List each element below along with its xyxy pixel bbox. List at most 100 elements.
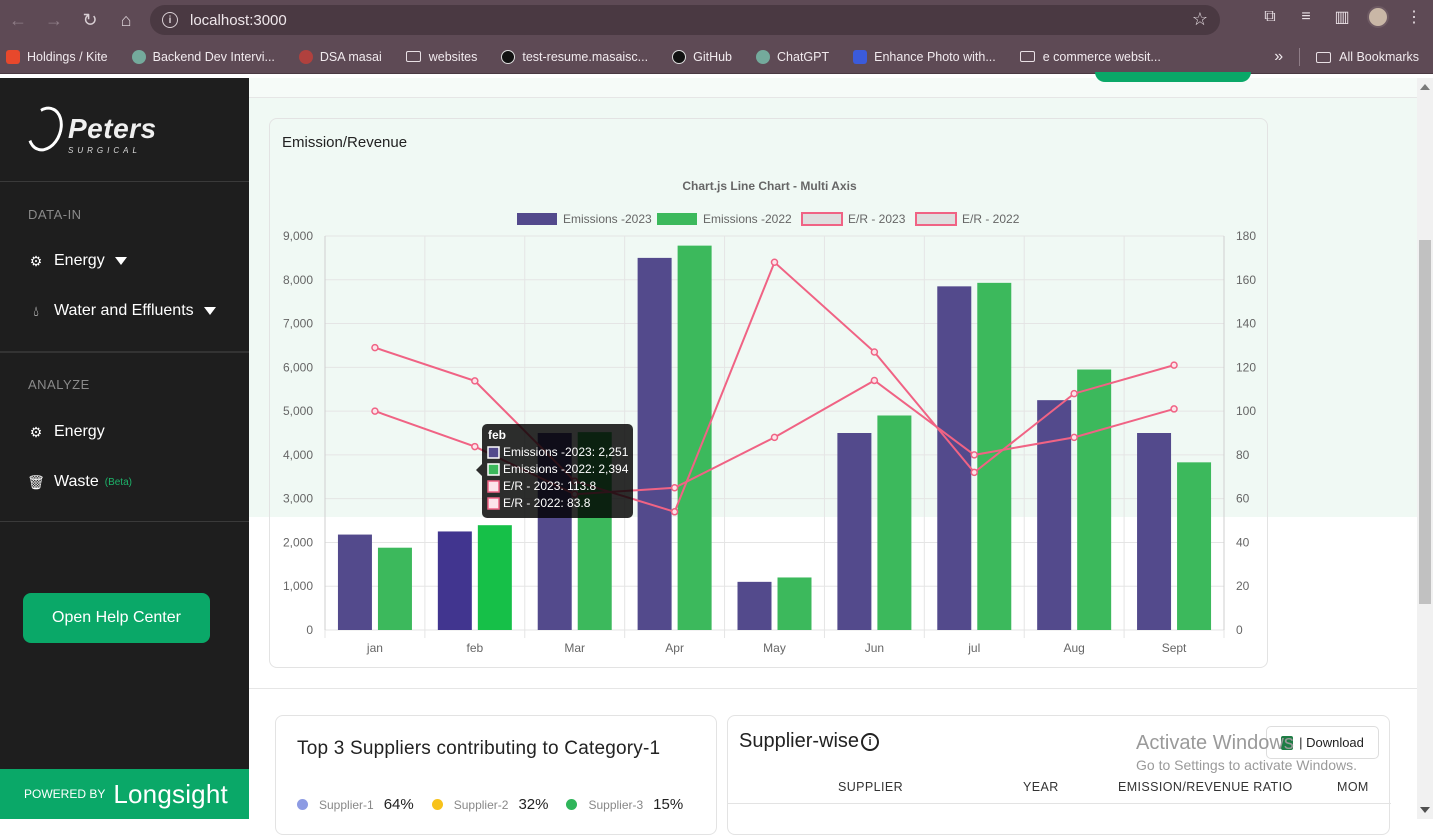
sidebar-item-label: Water and Effluents: [54, 302, 194, 319]
tooltip-caret: [476, 464, 482, 476]
caret-down-icon: [203, 307, 216, 315]
address-bar[interactable]: i localhost:3000 ☆: [150, 5, 1220, 35]
sidepanel-icon[interactable]: ▥: [1331, 6, 1353, 28]
bar-emissions-2023: [1037, 400, 1072, 630]
y-left-tick: 7,000: [283, 317, 313, 331]
y-right-tick: 160: [1236, 273, 1256, 287]
sidebar-item-label: Energy: [54, 252, 105, 269]
sidebar-item-water[interactable]: 💧︎ Water and Effluents: [28, 302, 216, 320]
watermark-line1: Activate Windows: [1136, 732, 1294, 754]
bookmark-label: websites: [428, 49, 478, 64]
sidebar-item-energy-analyze[interactable]: ⚙ Energy: [28, 423, 105, 441]
page-scrollbar[interactable]: [1417, 78, 1433, 819]
sidebar-item-waste[interactable]: 🗑︎ Waste (Beta): [27, 473, 132, 491]
supplier-wise-title: Supplier-wise: [739, 730, 860, 752]
x-tick-label: Apr: [665, 641, 684, 655]
bookmark-label: DSA masai: [319, 49, 382, 64]
column-header-mom[interactable]: MOM: [1337, 780, 1369, 794]
legend-label: E/R - 2022: [962, 212, 1020, 226]
y-right-tick: 60: [1236, 492, 1250, 506]
github-icon: [672, 49, 687, 64]
legend-item[interactable]: Supplier-3 15%: [566, 796, 683, 813]
x-tick-label: Aug: [1063, 641, 1084, 655]
bookmark-item[interactable]: ChatGPT: [756, 49, 830, 64]
bookmark-folder[interactable]: websites: [405, 49, 478, 64]
bookmark-item[interactable]: DSA masai: [298, 49, 382, 64]
line-point: [1170, 361, 1178, 369]
line-point: [970, 468, 979, 477]
back-icon[interactable]: ←: [0, 2, 36, 38]
media-icon[interactable]: ≡: [1295, 6, 1317, 28]
chatgpt-icon: [131, 49, 146, 64]
bookmark-item[interactable]: Holdings / Kite: [6, 49, 108, 64]
line-point: [1170, 405, 1178, 413]
emission-revenue-card: Emission/Revenue Chart.js Line Chart - M…: [269, 118, 1268, 668]
reload-icon[interactable]: ↻: [72, 2, 108, 38]
emission-revenue-chart[interactable]: 0 1,000 2,000 3,000 4,000 5,000 6,000 7,000 8,00…: [270, 119, 1269, 669]
enhance-icon: [853, 49, 868, 64]
y-right-tick: 120: [1236, 360, 1256, 374]
open-help-center-button[interactable]: Open Help Center: [23, 593, 210, 643]
column-header-supplier[interactable]: SUPPLIER: [838, 780, 903, 794]
legend-item[interactable]: Supplier-1 64%: [297, 796, 414, 813]
sidebar-item-energy-datain[interactable]: ⚙ Energy: [28, 252, 127, 270]
column-header-year[interactable]: YEAR: [1023, 780, 1059, 794]
chatgpt-icon: [756, 49, 771, 64]
scroll-up-icon[interactable]: [1420, 84, 1430, 90]
info-icon[interactable]: i: [861, 732, 880, 751]
profile-avatar[interactable]: [1367, 6, 1389, 28]
menu-icon[interactable]: ⋮: [1403, 6, 1425, 28]
legend-label: Emissions -2023: [563, 212, 652, 226]
tooltip-line: E/R - 2023: 113.8: [503, 479, 596, 493]
bookmark-item[interactable]: test-resume.masaisc...: [501, 49, 648, 64]
divider: [1299, 48, 1301, 66]
legend-swatch: [915, 212, 957, 226]
extensions-icon[interactable]: ⧉: [1259, 6, 1281, 28]
bar-emissions-2022: [1177, 462, 1212, 630]
tooltip-line: Emissions -2022: 2,394: [503, 462, 629, 476]
y-left-tick: 8,000: [283, 273, 313, 287]
bookmark-label: Backend Dev Intervi...: [152, 49, 275, 64]
home-icon[interactable]: ⌂: [108, 2, 144, 38]
column-header-ratio[interactable]: EMISSION/REVENUE RATIO: [1118, 780, 1293, 794]
bookmark-item[interactable]: GitHub: [672, 49, 732, 64]
bar-emissions-2022: [777, 577, 812, 630]
forward-icon[interactable]: →: [36, 2, 72, 38]
site-info-icon[interactable]: i: [162, 12, 178, 28]
bookmark-item[interactable]: Enhance Photo with...: [853, 49, 996, 64]
bar-emissions-2023: [637, 257, 672, 630]
all-bookmarks[interactable]: All Bookmarks: [1339, 50, 1419, 64]
line-point: [770, 258, 779, 267]
bookmark-folder[interactable]: e commerce websit...: [1019, 50, 1161, 64]
bookmark-label: Holdings / Kite: [27, 49, 108, 64]
powered-by-banner[interactable]: POWERED BY Longsight: [0, 769, 249, 819]
main-content: Emission/Revenue Chart.js Line Chart - M…: [249, 72, 1417, 835]
top-suppliers-card: Top 3 Suppliers contributing to Category…: [275, 715, 717, 835]
section-title-analyze: ANALYZE: [28, 377, 90, 392]
legend-item[interactable]: Supplier-2 32%: [431, 796, 549, 813]
scroll-thumb[interactable]: [1419, 240, 1431, 604]
bookmark-item[interactable]: Backend Dev Intervi...: [131, 49, 275, 64]
legend-dot: [297, 799, 308, 810]
logo-mark-icon: [21, 101, 69, 157]
gear-icon: ⚙: [29, 423, 43, 440]
legend-label: E/R - 2023: [848, 212, 906, 226]
bookmark-star-icon[interactable]: ☆: [1192, 9, 1208, 30]
y-right-tick: 180: [1236, 229, 1256, 243]
legend-label: Supplier-2: [453, 797, 509, 812]
legend-label: Supplier-1: [319, 797, 374, 812]
droplet-icon: 💧︎: [33, 302, 39, 319]
scroll-down-icon[interactable]: [1420, 807, 1430, 813]
more-bookmarks-icon[interactable]: »: [1274, 48, 1283, 66]
x-tick-label: May: [763, 641, 786, 655]
peters-logo[interactable]: Peters SURGICAL: [21, 101, 157, 157]
apply-button[interactable]: [1095, 72, 1251, 82]
legend-pct: 32%: [518, 796, 549, 813]
bookmark-label: Enhance Photo with...: [874, 49, 996, 64]
bookmark-label: ChatGPT: [777, 49, 830, 64]
activate-windows-watermark: Activate Windows Go to Settings to activ…: [1136, 732, 1357, 773]
url-text[interactable]: localhost:3000: [190, 12, 287, 29]
y-right-tick: 40: [1236, 535, 1250, 549]
bookmarks-bar: Holdings / Kite Backend Dev Intervi... D…: [0, 40, 1433, 74]
legend-dot: [431, 799, 443, 810]
